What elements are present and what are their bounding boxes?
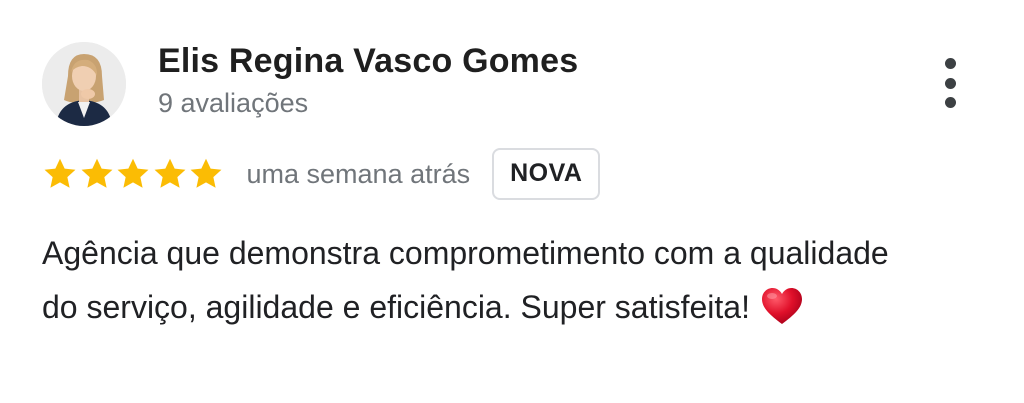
review-card: Elis Regina Vasco Gomes 9 avaliações uma… [0, 0, 1024, 403]
review-text: Agência que demonstra comprometimento co… [42, 226, 902, 334]
more-vert-icon-dot [944, 97, 956, 108]
avatar[interactable] [42, 42, 126, 126]
reviewer-name[interactable]: Elis Regina Vasco Gomes [158, 42, 578, 81]
new-badge: NOVA [492, 148, 601, 200]
star-icon [190, 158, 222, 188]
star-icon [44, 158, 76, 188]
review-count: 9 avaliações [158, 88, 309, 118]
star-icon [154, 158, 185, 188]
reviewer-photo [42, 42, 126, 126]
more-vert-icon [944, 58, 956, 69]
star-rating [42, 156, 225, 192]
more-options-button[interactable] [930, 58, 970, 108]
star-icon [81, 158, 112, 188]
star-icon [117, 158, 149, 188]
heart-icon [761, 288, 802, 324]
rating-row: uma semana atrás NOVA [42, 146, 601, 202]
review-date: uma semana atrás [246, 158, 471, 189]
more-vert-icon-dot [944, 77, 956, 89]
